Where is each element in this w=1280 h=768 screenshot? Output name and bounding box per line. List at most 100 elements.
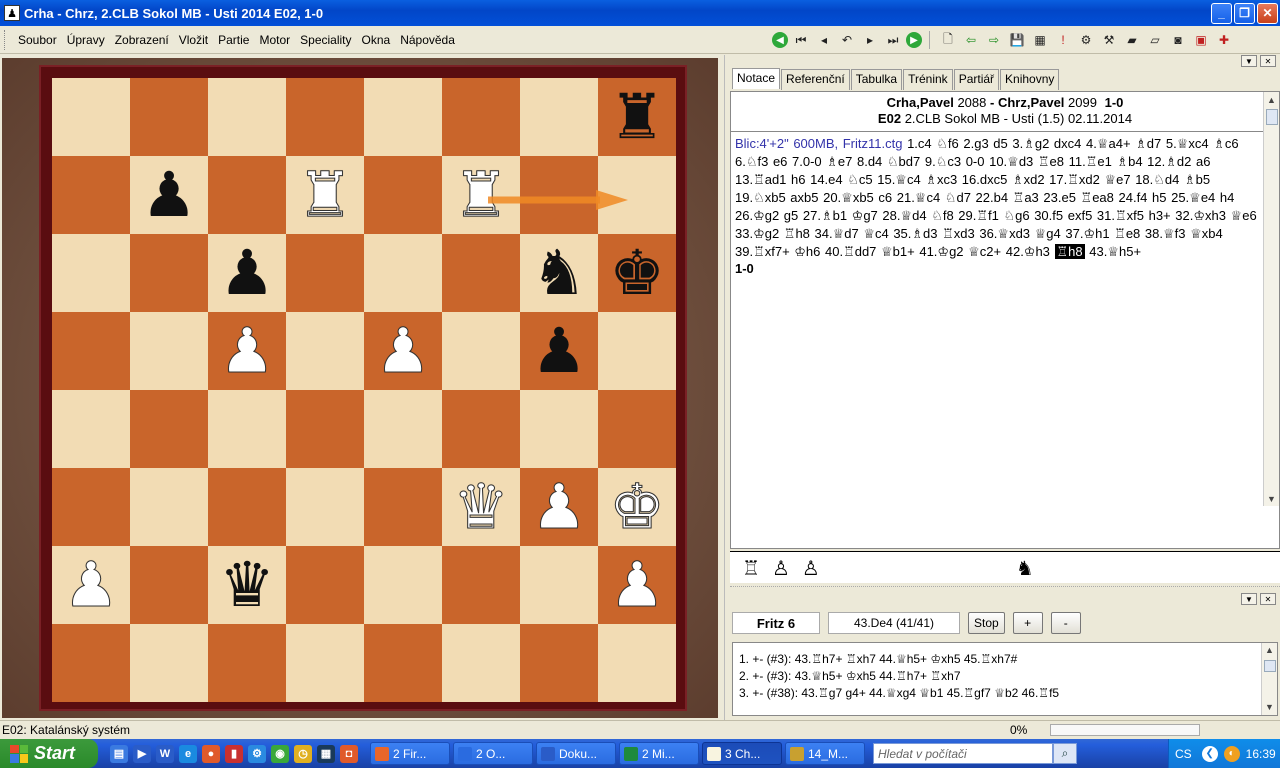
analysis-line[interactable]: 2. +- (#3): 43.♕h5+ ♔xh5 44.♖h7+ ♖xh7 (739, 668, 1277, 685)
square-f6[interactable] (442, 234, 520, 312)
eraser2-icon[interactable]: ▱ (1145, 30, 1165, 50)
current-move[interactable]: ♖h8 (1054, 244, 1085, 259)
white-pawn-piece[interactable]: ♟ (609, 553, 666, 616)
black-queen-piece[interactable]: ♛ (219, 554, 275, 616)
tool-icon[interactable]: ◘ (340, 744, 358, 763)
square-h8[interactable]: ♜ (598, 78, 676, 156)
square-d7[interactable]: ♜ (286, 156, 364, 234)
menu-upravy[interactable]: Úpravy (62, 33, 110, 47)
tray-arrow-icon[interactable]: ❮ (1201, 745, 1218, 762)
tab-tabulka[interactable]: Tabulka (850, 69, 903, 90)
save-icon[interactable]: 💾 (1007, 30, 1027, 50)
media-player-icon[interactable]: ▶ (133, 744, 151, 763)
square-g7[interactable] (520, 156, 598, 234)
square-c4[interactable] (208, 390, 286, 468)
square-d8[interactable] (286, 78, 364, 156)
square-a7[interactable] (52, 156, 130, 234)
black-king-piece[interactable]: ♚ (609, 242, 665, 304)
white-pawn-piece[interactable]: ♟ (219, 319, 276, 382)
square-b2[interactable] (130, 546, 208, 624)
square-c5[interactable]: ♟ (208, 312, 286, 390)
square-h2[interactable]: ♟ (598, 546, 676, 624)
square-d1[interactable] (286, 624, 364, 702)
chess-board[interactable]: ♜ ♟ ♜ ♜ ♟ ♞ ♚ ♟ ♟ ♟ ♛ ♟ ♚ ♟ ♛ ♟ (52, 78, 676, 702)
white-rook-piece[interactable]: ♜ (297, 163, 354, 226)
square-b3[interactable] (130, 468, 208, 546)
white-pawn-piece[interactable]: ♟ (375, 319, 432, 382)
minimize-button[interactable]: _ (1211, 2, 1232, 24)
start-button[interactable]: Start (0, 739, 98, 768)
horizontal-splitter[interactable] (730, 586, 1280, 590)
menu-okna[interactable]: Okna (357, 33, 396, 47)
square-d5[interactable] (286, 312, 364, 390)
square-h1[interactable] (598, 624, 676, 702)
square-a5[interactable] (52, 312, 130, 390)
notation-scrollbar[interactable]: ▲ ▼ (1263, 92, 1279, 506)
white-pawn-piece[interactable]: ♟ (531, 475, 588, 538)
square-e3[interactable] (364, 468, 442, 546)
right-arrow-icon[interactable]: ⇨ (984, 30, 1004, 50)
save-as-icon[interactable]: ▦ (1030, 30, 1050, 50)
search-icon[interactable]: ⌕ (1053, 743, 1077, 764)
square-g6[interactable]: ♞ (520, 234, 598, 312)
square-d3[interactable] (286, 468, 364, 546)
square-h7[interactable] (598, 156, 676, 234)
square-b6[interactable] (130, 234, 208, 312)
square-f3[interactable]: ♛ (442, 468, 520, 546)
black-knight-piece[interactable]: ♞ (531, 242, 587, 304)
engine-icon[interactable]: ⚙ (1076, 30, 1096, 50)
word-icon[interactable]: W (156, 744, 174, 763)
scroll-thumb[interactable] (1263, 660, 1276, 672)
square-a8[interactable] (52, 78, 130, 156)
square-f7[interactable]: ♜ (442, 156, 520, 234)
square-e8[interactable] (364, 78, 442, 156)
square-c1[interactable] (208, 624, 286, 702)
menu-speciality[interactable]: Speciality (295, 33, 356, 47)
square-b4[interactable] (130, 390, 208, 468)
black-pawn-piece[interactable]: ♟ (531, 320, 587, 382)
moves-after[interactable]: 43.♕h5+ (1085, 244, 1141, 259)
square-c2[interactable]: ♛ (208, 546, 286, 624)
square-b1[interactable] (130, 624, 208, 702)
language-indicator[interactable]: CS (1175, 747, 1192, 761)
engine-dropdown-button[interactable]: ▼ (1241, 593, 1257, 605)
square-h5[interactable] (598, 312, 676, 390)
explorer-icon[interactable]: ▤ (110, 744, 128, 763)
tray-app-icon[interactable]: ◐ (1223, 745, 1240, 762)
search-input[interactable]: Hledat v počítači (873, 743, 1053, 764)
square-g1[interactable] (520, 624, 598, 702)
task-button[interactable]: 2 Mi... (619, 742, 699, 765)
square-a2[interactable]: ♟ (52, 546, 130, 624)
square-h3[interactable]: ♚ (598, 468, 676, 546)
square-e5[interactable]: ♟ (364, 312, 442, 390)
ie-icon[interactable]: e (179, 744, 197, 763)
square-f1[interactable] (442, 624, 520, 702)
square-a3[interactable] (52, 468, 130, 546)
takeback-icon[interactable]: ↶ (837, 30, 857, 50)
menu-partie[interactable]: Partie (213, 33, 254, 47)
square-c8[interactable] (208, 78, 286, 156)
square-c6[interactable]: ♟ (208, 234, 286, 312)
white-king-piece[interactable]: ♚ (609, 475, 666, 538)
chrome-icon[interactable]: ◉ (271, 744, 289, 763)
first-move-green-icon[interactable]: ◀ (772, 32, 788, 48)
square-e2[interactable] (364, 546, 442, 624)
move-list[interactable]: Blic:4'+2" 600MB, Fritz11.ctg 1.c4 ♘f6 2… (731, 132, 1279, 261)
scroll-down-icon[interactable]: ▼ (1262, 700, 1277, 715)
square-c7[interactable] (208, 156, 286, 234)
square-g8[interactable] (520, 78, 598, 156)
tab-referencni[interactable]: Referenční (781, 69, 850, 90)
close-button[interactable]: ✕ (1257, 2, 1278, 24)
square-f8[interactable] (442, 78, 520, 156)
menu-soubor[interactable]: Soubor (13, 33, 62, 47)
forward-green-icon[interactable]: ▶ (906, 32, 922, 48)
task-button[interactable]: 14_M... (785, 742, 865, 765)
forward-icon[interactable]: ▸ (860, 30, 880, 50)
panel-dropdown-button[interactable]: ▼ (1241, 55, 1257, 67)
app-icon[interactable]: ▮ (225, 744, 243, 763)
black-rook-piece[interactable]: ♜ (609, 86, 665, 148)
black-pawn-piece[interactable]: ♟ (219, 242, 275, 304)
square-f2[interactable] (442, 546, 520, 624)
tab-trenink[interactable]: Trénink (903, 69, 953, 90)
plus-icon[interactable]: ✚ (1214, 30, 1234, 50)
